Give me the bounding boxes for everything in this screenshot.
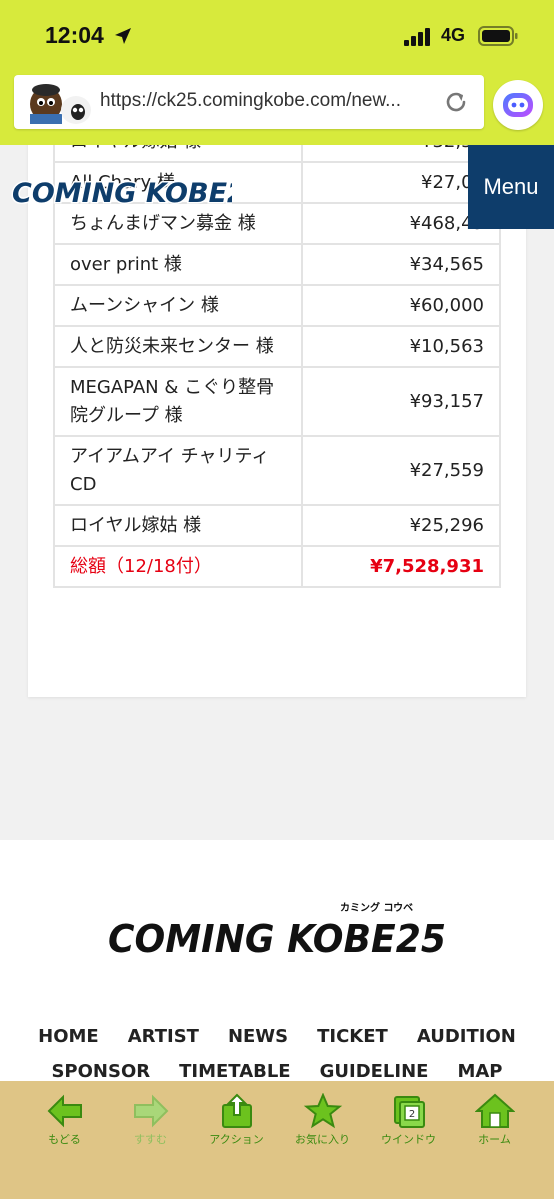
back-button[interactable]: もどる bbox=[22, 1093, 107, 1163]
star-icon bbox=[303, 1093, 342, 1129]
table-row: 人と防災未来センター 様 ¥10,563 bbox=[53, 325, 502, 368]
donation-amount: ¥27,559 bbox=[300, 435, 502, 506]
action-label: アクション bbox=[209, 1133, 264, 1146]
site-logo-text: COMING KOBE25 bbox=[12, 178, 232, 209]
donation-amount: ¥25,296 bbox=[300, 504, 502, 547]
footer-link-guideline[interactable]: GUIDELINE bbox=[320, 1061, 429, 1082]
address-bar[interactable]: https://ck25.comingkobe.com/new... bbox=[14, 75, 484, 129]
footer-logo-text: COMING KOBE25 bbox=[108, 917, 446, 961]
footer-link-home[interactable]: HOME bbox=[38, 1026, 99, 1047]
donation-amount: ¥60,000 bbox=[300, 284, 502, 327]
home-label: ホーム bbox=[478, 1133, 511, 1146]
network-type: 4G bbox=[441, 25, 466, 45]
footer-link-timetable[interactable]: TIMETABLE bbox=[179, 1061, 290, 1082]
reload-icon[interactable] bbox=[442, 88, 470, 116]
share-icon bbox=[221, 1093, 252, 1128]
footer-link-sponsor[interactable]: SPONSOR bbox=[51, 1061, 150, 1082]
location-arrow-icon bbox=[115, 28, 131, 44]
extension-button[interactable] bbox=[493, 80, 543, 130]
footer-nav-row-2: SPONSOR TIMETABLE GUIDELINE MAP bbox=[0, 1061, 554, 1082]
total-amount: ¥7,528,931 bbox=[300, 545, 502, 588]
footer-link-ticket[interactable]: TICKET bbox=[317, 1026, 388, 1047]
donor-name: ロイヤル嫁姑 様 bbox=[53, 504, 303, 547]
sheep-mascot-icon bbox=[30, 84, 91, 124]
donation-amount: ¥34,565 bbox=[300, 243, 502, 286]
home-icon bbox=[474, 1093, 515, 1128]
donor-name: アイアムアイ チャリティCD bbox=[53, 435, 303, 506]
forward-label: すすむ bbox=[134, 1133, 167, 1146]
windows-button[interactable]: 2 ウインドウ bbox=[366, 1093, 451, 1163]
windows-count-badge: 2 bbox=[408, 1109, 414, 1120]
table-row: MEGAPAN & こぐり整骨院グループ 様 ¥93,157 bbox=[53, 366, 502, 437]
footer-logo-kana: カミング コウベ bbox=[340, 901, 413, 914]
favorites-button[interactable]: お気に入り bbox=[280, 1093, 365, 1163]
donation-amount: ¥93,157 bbox=[300, 366, 502, 437]
windows-label: ウインドウ bbox=[381, 1133, 436, 1146]
home-button[interactable]: ホーム bbox=[452, 1093, 537, 1163]
table-row: ムーンシャイン 様 ¥60,000 bbox=[53, 284, 502, 327]
donor-name: ムーンシャイン 様 bbox=[53, 284, 303, 327]
url-text: https://ck25.comingkobe.com/new... bbox=[100, 90, 401, 111]
battery-icon bbox=[478, 26, 518, 46]
donor-name: over print 様 bbox=[53, 243, 303, 286]
status-time: 12:04 bbox=[45, 22, 104, 48]
footer-link-news[interactable]: NEWS bbox=[228, 1026, 288, 1047]
footer-nav-row-1: HOME ARTIST NEWS TICKET AUDITION bbox=[0, 1026, 554, 1047]
site-logo[interactable]: COMING KOBE25 bbox=[10, 168, 233, 214]
forward-button[interactable]: すすむ bbox=[108, 1093, 193, 1163]
forward-arrow-icon bbox=[133, 1094, 168, 1128]
back-label: もどる bbox=[48, 1133, 81, 1146]
browser-header: 12:04 4G https://ck25.comingkobe.com/new… bbox=[0, 0, 554, 145]
status-bar: 12:04 4G bbox=[0, 20, 554, 54]
windows-icon: 2 bbox=[393, 1096, 425, 1128]
table-row: ロイヤル嫁姑 様 ¥25,296 bbox=[53, 504, 502, 547]
favorites-label: お気に入り bbox=[295, 1133, 350, 1146]
table-row: アイアムアイ チャリティCD ¥27,559 bbox=[53, 435, 502, 506]
total-row: 総額（12/18付） ¥7,528,931 bbox=[53, 545, 502, 588]
donor-name: 人と防災未来センター 様 bbox=[53, 325, 303, 368]
menu-button[interactable]: Menu bbox=[468, 145, 554, 229]
donation-amount: ¥10,563 bbox=[300, 325, 502, 368]
footer-link-artist[interactable]: ARTIST bbox=[128, 1026, 199, 1047]
footer-logo[interactable]: カミング コウベ COMING KOBE25 bbox=[104, 898, 450, 962]
total-label: 総額（12/18付） bbox=[53, 545, 303, 588]
donor-name: MEGAPAN & こぐり整骨院グループ 様 bbox=[53, 366, 303, 437]
signal-icon bbox=[404, 28, 430, 46]
footer-link-map[interactable]: MAP bbox=[457, 1061, 502, 1082]
action-button[interactable]: アクション bbox=[194, 1093, 279, 1163]
footer-link-audition[interactable]: AUDITION bbox=[417, 1026, 516, 1047]
browser-toolbar: もどる すすむ アクション お気に入り 2 ウインドウ ホーム bbox=[0, 1081, 554, 1199]
table-row: over print 様 ¥34,565 bbox=[53, 243, 502, 286]
extension-icon bbox=[503, 93, 533, 117]
back-arrow-icon bbox=[47, 1094, 82, 1128]
